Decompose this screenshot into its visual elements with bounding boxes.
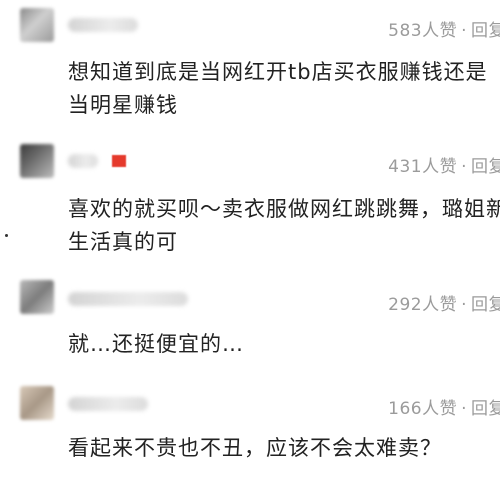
reply-button[interactable]: 回复 <box>471 295 500 315</box>
reply-button[interactable]: 回复 <box>471 399 500 419</box>
comment-text: 就…还挺便宜的… <box>68 332 244 356</box>
comment-meta: 583人赞 · 回复 <box>388 16 500 41</box>
comment-text: 看起来不贵也不丑，应该不会太难卖？ <box>68 436 442 460</box>
meta-separator: · <box>461 21 467 41</box>
comment-meta: 292人赞 · 回复 <box>388 290 500 315</box>
avatar[interactable] <box>20 144 54 178</box>
username-blurred[interactable] <box>68 154 98 168</box>
username-blurred[interactable] <box>68 397 148 411</box>
meta-separator: · <box>461 295 467 315</box>
like-count[interactable]: 292人赞 <box>388 295 457 315</box>
comment-text: 想知道到底是当网红开tb店买衣服赚钱还是当明星赚钱 <box>68 60 488 117</box>
username-blurred[interactable] <box>68 292 188 306</box>
meta-separator: · <box>461 157 467 177</box>
like-count[interactable]: 431人赞 <box>388 157 457 177</box>
reply-button[interactable]: 回复 <box>471 21 500 41</box>
avatar[interactable] <box>20 386 54 420</box>
stray-dot <box>5 234 8 237</box>
meta-separator: · <box>461 399 467 419</box>
badge-mark <box>112 155 126 167</box>
comment-meta: 431人赞 · 回复 <box>388 152 500 177</box>
like-count[interactable]: 583人赞 <box>388 21 457 41</box>
reply-button[interactable]: 回复 <box>471 157 500 177</box>
like-count[interactable]: 166人赞 <box>388 399 457 419</box>
avatar[interactable] <box>20 8 54 42</box>
comment-meta: 166人赞 · 回复 <box>388 394 500 419</box>
avatar[interactable] <box>20 280 54 314</box>
comment-text: 喜欢的就买呗～卖衣服做网红跳跳舞，璐姐新生活真的可 <box>68 197 500 254</box>
username-blurred[interactable] <box>68 18 138 32</box>
